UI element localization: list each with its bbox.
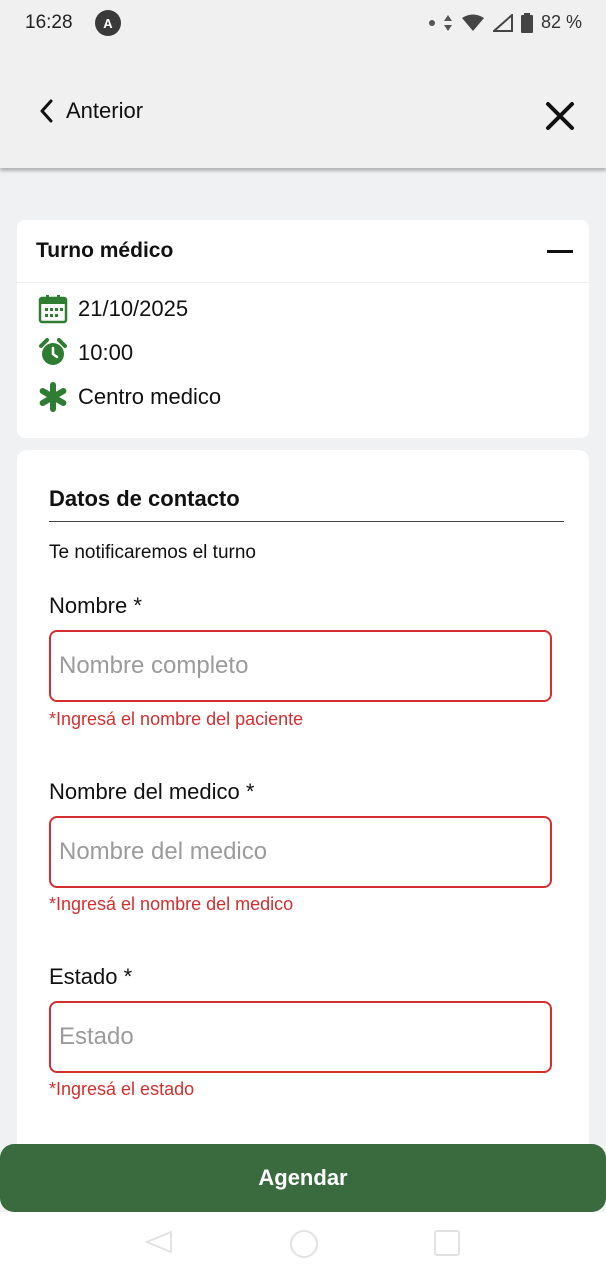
form-subtitle: Te notificaremos el turno [49, 542, 256, 563]
top-bar: Anterior [0, 48, 606, 168]
status-time: 16:28 [25, 12, 73, 33]
close-icon [546, 102, 574, 130]
data-arrows-icon [443, 14, 452, 31]
appointment-summary: Turno médico 21/10/2025 10:00 Centro med… [17, 220, 589, 438]
notification-dot-icon [428, 19, 435, 26]
signal-icon [492, 13, 513, 32]
name-error: *Ingresá el nombre del paciente [49, 709, 304, 729]
doctor-name-input[interactable] [49, 816, 552, 888]
state-input[interactable] [49, 1001, 552, 1073]
alarm-clock-icon [39, 338, 67, 365]
appointment-date-row: 21/10/2025 [17, 287, 589, 331]
name-label: Nombre * [49, 593, 142, 618]
nav-recent-icon[interactable] [434, 1230, 460, 1256]
wifi-icon [461, 14, 484, 31]
status-icons: 82 % [428, 12, 582, 33]
collapse-icon[interactable] [547, 249, 573, 253]
contact-form: Datos de contacto Te notificaremos el tu… [17, 450, 589, 1170]
appointment-date: 21/10/2025 [78, 296, 189, 321]
system-nav-bar [0, 1212, 606, 1280]
doctor-name-error: *Ingresá el nombre del medico [49, 894, 294, 914]
doctor-name-label: Nombre del medico * [49, 779, 255, 804]
nav-home-icon[interactable] [290, 1230, 318, 1258]
nav-back-icon[interactable] [145, 1230, 173, 1254]
appointment-summary-header[interactable]: Turno médico [17, 220, 589, 283]
battery-icon [520, 12, 533, 33]
form-title: Datos de contacto [49, 486, 240, 511]
back-button[interactable]: Anterior [38, 98, 143, 124]
state-error: *Ingresá el estado [49, 1079, 195, 1099]
state-label: Estado * [49, 964, 133, 989]
appointment-time: 10:00 [78, 340, 134, 365]
back-label: Anterior [66, 98, 144, 123]
appointment-title: Turno médico [36, 239, 174, 262]
appointment-location: Centro medico [78, 384, 222, 409]
chevron-left-icon [40, 99, 53, 123]
name-input[interactable] [49, 630, 552, 702]
asterisk-icon [39, 382, 67, 412]
status-bar: 16:28 A 82 % [0, 0, 606, 48]
schedule-button[interactable]: Agendar [0, 1144, 606, 1212]
appointment-location-row: Centro medico [17, 375, 589, 419]
form-divider [49, 521, 564, 522]
appointment-time-row: 10:00 [17, 331, 589, 375]
battery-percent: 82 % [540, 12, 582, 32]
calendar-icon [38, 295, 68, 324]
close-button[interactable] [540, 96, 580, 136]
app-notification-icon: A [95, 10, 121, 36]
